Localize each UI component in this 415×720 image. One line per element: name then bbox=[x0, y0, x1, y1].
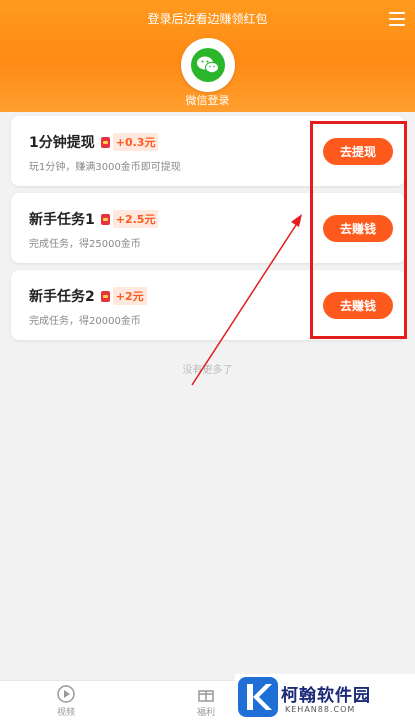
k-logo-icon bbox=[238, 677, 278, 717]
watermark-url: KEHAN88.COM bbox=[285, 705, 356, 714]
tab-video[interactable]: 视频 bbox=[46, 685, 86, 718]
tab-welfare[interactable]: 福利 bbox=[186, 685, 226, 718]
play-icon bbox=[57, 685, 75, 703]
gift-icon bbox=[198, 690, 214, 702]
site-watermark: 柯翰软件园 KEHAN88.COM bbox=[235, 674, 415, 720]
tab-welfare-label: 福利 bbox=[196, 708, 215, 718]
annotation-arrow bbox=[191, 214, 302, 386]
watermark-text: 柯翰软件园 bbox=[281, 686, 371, 706]
tab-video-label: 视频 bbox=[56, 708, 75, 718]
